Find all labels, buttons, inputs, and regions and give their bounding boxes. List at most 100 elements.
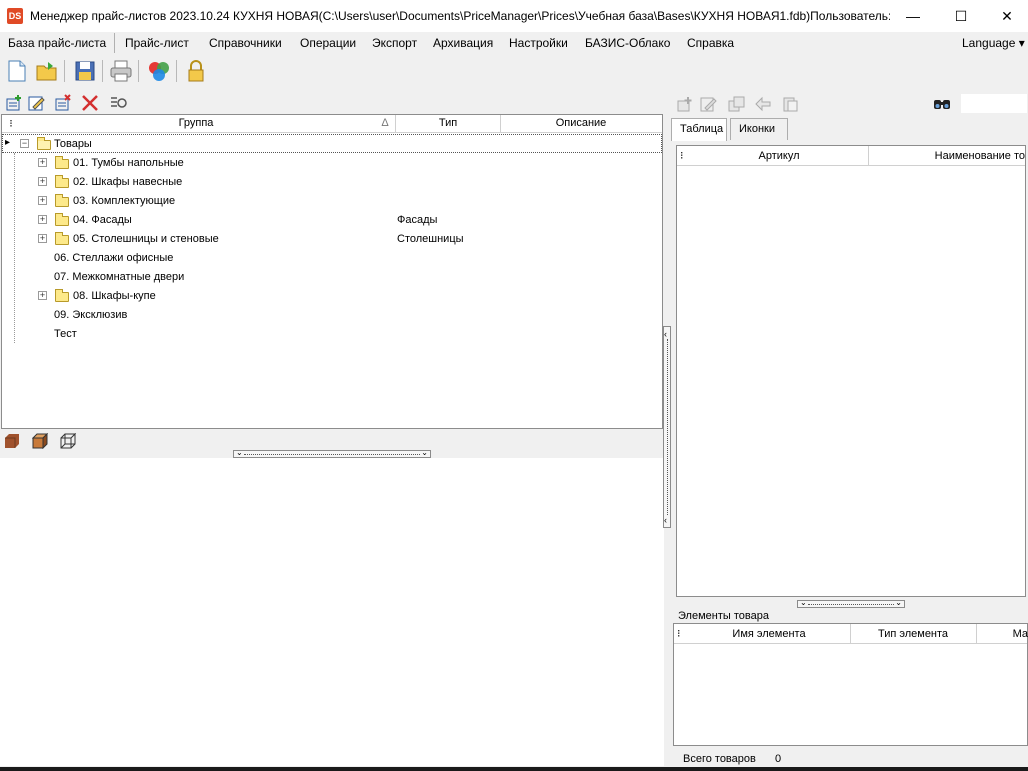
chevron-left-icon: ‹ <box>664 515 667 525</box>
menu-bar: База прайс-листа Прайс-лист Справочники … <box>0 32 1028 54</box>
save-icon[interactable] <box>72 58 98 84</box>
tree-row[interactable]: + 05. Столешницы и стеновые Столешницы <box>2 229 662 248</box>
column-article-header[interactable]: Артикул <box>691 150 867 162</box>
expand-icon[interactable]: + <box>38 177 47 186</box>
tree-row[interactable]: 06. Стеллажи офисные <box>2 248 662 267</box>
grid-header: ⁝ Группа Δ Тип Описание <box>2 115 662 133</box>
column-description-header[interactable]: Описание <box>501 117 661 129</box>
copy-product-icon[interactable] <box>726 94 746 114</box>
menu-settings[interactable]: Настройки <box>509 36 568 50</box>
tree-label: 07. Межкомнатные двери <box>54 271 185 283</box>
column-element-more-header[interactable]: Ма <box>978 628 1028 640</box>
right-horizontal-splitter[interactable]: ⌄ ⌄ <box>797 598 905 608</box>
open-folder-icon[interactable] <box>34 58 60 84</box>
color-palette-icon[interactable] <box>146 58 172 84</box>
shaded-cube-icon[interactable] <box>31 432 49 450</box>
new-document-icon[interactable] <box>4 58 30 84</box>
tree-row-root[interactable]: ▸ − Товары <box>2 134 662 153</box>
tree-row[interactable]: 07. Межкомнатные двери <box>2 267 662 286</box>
chevron-down-icon: ⌄ <box>236 448 243 457</box>
paste-icon[interactable] <box>780 94 800 114</box>
column-chooser-icon[interactable]: ⁝ <box>677 627 681 640</box>
title-bar: DS Менеджер прайс-листов 2023.10.24 КУХН… <box>0 0 1028 32</box>
menu-separator <box>114 33 115 53</box>
horizontal-splitter[interactable]: ⌄ ⌄ <box>233 448 431 458</box>
column-element-name-header[interactable]: Имя элемента <box>688 628 850 640</box>
toolbar-separator <box>64 60 65 82</box>
folder-icon <box>55 232 69 245</box>
elements-table: ⁝ Имя элемента Тип элемента Ма <box>673 623 1028 746</box>
column-group-header[interactable]: Группа <box>16 117 376 129</box>
binoculars-icon[interactable] <box>932 94 952 114</box>
language-menu[interactable]: Language ▾ <box>962 36 1025 50</box>
delete-icon[interactable] <box>80 93 100 113</box>
tree-row[interactable]: + 03. Комплектующие <box>2 191 662 210</box>
edit-group-icon[interactable] <box>26 93 46 113</box>
expand-icon[interactable]: + <box>38 215 47 224</box>
app-icon: DS <box>7 8 23 24</box>
tree-row[interactable]: Тест <box>2 324 662 343</box>
groups-tree-grid: ⁝ Группа Δ Тип Описание ▸ − Товары + 01.… <box>1 114 663 429</box>
solid-cube-icon[interactable] <box>4 433 20 449</box>
add-product-icon[interactable] <box>675 94 695 114</box>
main-toolbar <box>0 54 1028 88</box>
column-chooser-icon[interactable]: ⁝ <box>6 117 16 130</box>
total-products-value: 0 <box>775 753 782 765</box>
chevron-down-icon: ⌄ <box>800 598 807 607</box>
tree-options-icon[interactable] <box>108 93 128 113</box>
tree-row[interactable]: + 08. Шкафы-купе <box>2 286 662 305</box>
tree-label: Тест <box>54 328 77 340</box>
toolbar-separator <box>102 60 103 82</box>
menu-price-base[interactable]: База прайс-листа <box>8 36 106 50</box>
menu-export[interactable]: Экспорт <box>372 36 417 50</box>
column-chooser-icon[interactable]: ⁝ <box>680 149 684 162</box>
elements-table-header: ⁝ Имя элемента Тип элемента Ма <box>674 624 1028 644</box>
expand-icon[interactable]: + <box>38 196 47 205</box>
tree-row[interactable]: + 01. Тумбы напольные <box>2 153 662 172</box>
menu-operations[interactable]: Операции <box>300 36 356 50</box>
tree-type: Столешницы <box>397 233 464 245</box>
folder-icon <box>55 175 69 188</box>
column-name-header[interactable]: Наименование то <box>869 150 1025 162</box>
collapse-icon[interactable]: − <box>20 139 29 148</box>
menu-references[interactable]: Справочники <box>209 36 282 50</box>
folder-icon <box>55 194 69 207</box>
tree-row[interactable]: + 02. Шкафы навесные <box>2 172 662 191</box>
expand-icon[interactable]: + <box>38 291 47 300</box>
tab-icons[interactable]: Иконки <box>730 118 788 140</box>
wireframe-cube-icon[interactable] <box>60 432 77 449</box>
chevron-down-icon: ⌄ <box>421 448 428 457</box>
column-type-header[interactable]: Тип <box>396 117 500 129</box>
close-button[interactable]: ✕ <box>984 0 1028 32</box>
elements-group-label: Элементы товара <box>678 610 769 622</box>
expand-icon[interactable]: + <box>38 234 47 243</box>
menu-price-list[interactable]: Прайс-лист <box>125 36 189 50</box>
column-element-type-header[interactable]: Тип элемента <box>851 628 975 640</box>
minimize-button[interactable]: — <box>890 0 936 32</box>
chevron-left-icon: ‹ <box>664 329 667 339</box>
window-bottom-border <box>0 767 1028 771</box>
menu-archive[interactable]: Архивация <box>433 36 493 50</box>
tree-row[interactable]: 09. Эксклюзив <box>2 305 662 324</box>
search-input[interactable] <box>960 93 1028 114</box>
menu-help[interactable]: Справка <box>687 36 734 50</box>
tree-row[interactable]: + 04. Фасады Фасады <box>2 210 662 229</box>
menu-basis-cloud[interactable]: БАЗИС-Облако <box>585 36 670 50</box>
vertical-splitter[interactable]: ‹ ‹ <box>663 326 671 528</box>
edit-product-icon[interactable] <box>698 94 718 114</box>
tree-label: 02. Шкафы навесные <box>73 176 183 188</box>
delete-group-icon[interactable] <box>53 93 73 113</box>
add-group-icon[interactable] <box>4 93 24 113</box>
print-icon[interactable] <box>108 58 134 84</box>
tree-label: 01. Тумбы напольные <box>73 157 184 169</box>
open-folder-icon <box>37 137 51 150</box>
back-arrow-icon[interactable] <box>753 94 773 114</box>
folder-icon <box>55 289 69 302</box>
lock-icon[interactable] <box>183 58 209 84</box>
product-elements-group: Элементы товара ⁝ Имя элемента Тип элеме… <box>671 610 1028 750</box>
tree-type: Фасады <box>397 214 438 226</box>
expand-icon[interactable]: + <box>38 158 47 167</box>
maximize-button[interactable]: ☐ <box>938 0 984 32</box>
tree-label: Товары <box>54 138 92 150</box>
tab-table[interactable]: Таблица <box>671 118 727 141</box>
